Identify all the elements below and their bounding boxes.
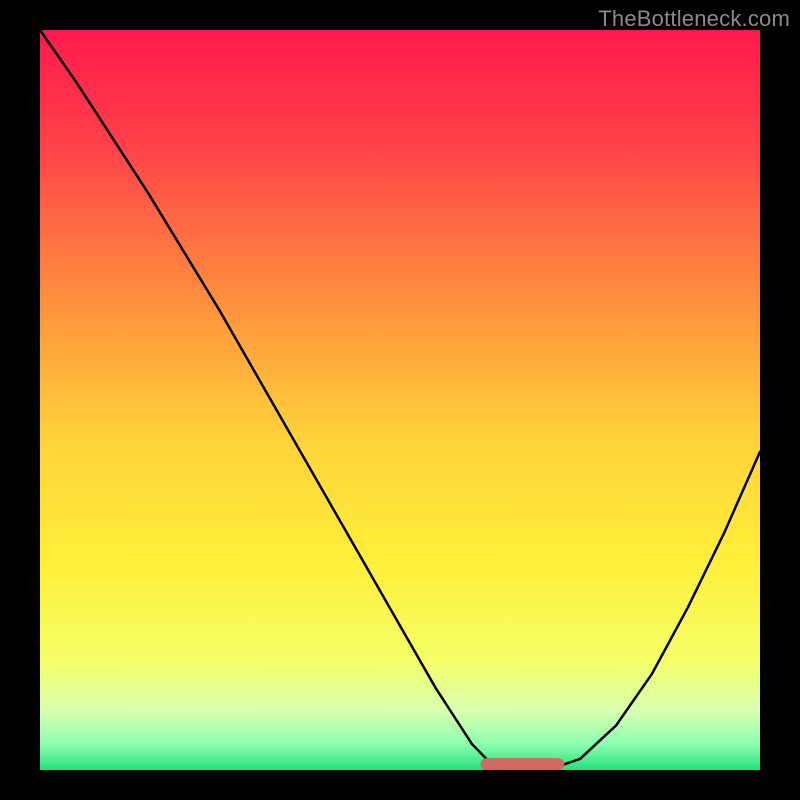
gradient-background	[40, 30, 760, 770]
plot-area	[40, 30, 760, 770]
watermark-text: TheBottleneck.com	[598, 6, 790, 32]
chart-frame: TheBottleneck.com	[0, 0, 800, 800]
chart-svg	[40, 30, 760, 770]
